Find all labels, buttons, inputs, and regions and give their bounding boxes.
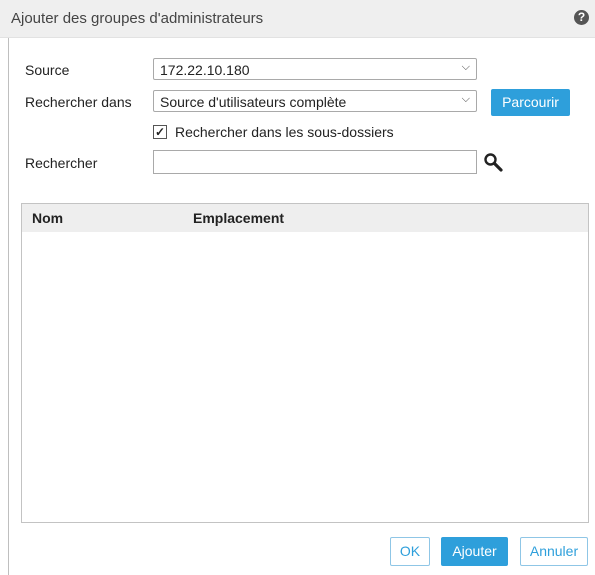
search-icon[interactable] — [483, 152, 503, 172]
column-header-name[interactable]: Nom — [32, 210, 63, 226]
dialog-title: Ajouter des groupes d'administrateurs — [11, 10, 264, 27]
ok-button[interactable]: OK — [390, 537, 430, 566]
source-label: Source — [25, 62, 70, 78]
subfolders-label: Rechercher dans les sous-dossiers — [175, 124, 394, 140]
table-header: Nom Emplacement — [22, 204, 588, 232]
search-label: Rechercher — [25, 155, 98, 171]
subfolders-checkbox[interactable]: ✓ — [153, 125, 167, 139]
help-icon[interactable]: ? — [574, 10, 589, 25]
search-input[interactable] — [153, 150, 477, 174]
dialog-border — [8, 38, 9, 575]
chevron-down-icon: ⌵ — [461, 61, 470, 73]
column-header-location[interactable]: Emplacement — [193, 210, 284, 226]
source-select-value: 172.22.10.180 — [160, 62, 250, 78]
chevron-down-icon: ⌵ — [461, 93, 470, 105]
browse-button[interactable]: Parcourir — [491, 89, 570, 116]
add-button[interactable]: Ajouter — [441, 537, 508, 566]
source-select[interactable]: 172.22.10.180 ⌵ — [153, 58, 477, 80]
search-in-label: Rechercher dans — [25, 94, 132, 110]
search-in-select-value: Source d'utilisateurs complète — [160, 94, 347, 110]
dialog-titlebar: Ajouter des groupes d'administrateurs ? — [0, 0, 595, 38]
cancel-button[interactable]: Annuler — [520, 537, 588, 566]
search-in-select[interactable]: Source d'utilisateurs complète ⌵ — [153, 90, 477, 112]
results-table: Nom Emplacement — [21, 203, 589, 523]
